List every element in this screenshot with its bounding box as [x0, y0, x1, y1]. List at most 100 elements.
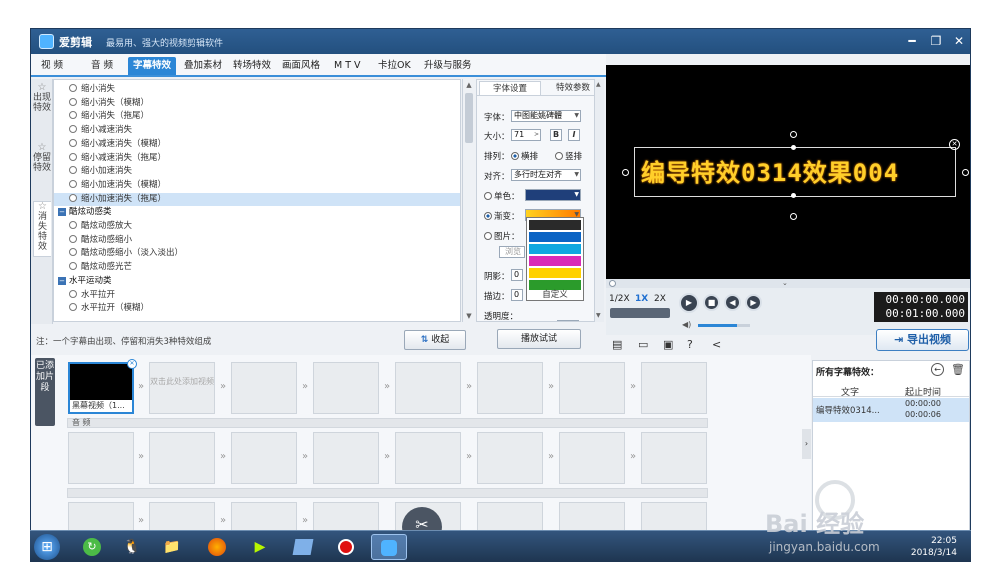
open-folder-icon[interactable]: ▭ [638, 338, 648, 351]
list-item[interactable]: 酷炫动感放大 [54, 220, 460, 234]
stop-icon[interactable]: ■ [703, 294, 720, 311]
audio-slot[interactable] [559, 432, 625, 484]
taskbar-record-icon[interactable] [328, 534, 364, 560]
audio-slot[interactable] [641, 432, 707, 484]
play-icon[interactable]: ▶ [679, 293, 699, 313]
list-item[interactable]: 水平拉开（模糊） [54, 302, 460, 316]
chevron-down-icon[interactable]: ⌄ [782, 279, 788, 287]
list-item[interactable]: 酷炫动感光芒 [54, 261, 460, 275]
list-item[interactable]: 缩小加速消失 [54, 165, 460, 179]
bold-button[interactable]: B [550, 129, 562, 141]
back-icon[interactable]: ← [931, 363, 944, 376]
audio-slot[interactable] [477, 432, 543, 484]
tab-subtitle-effects[interactable]: 字幕特效 [128, 57, 177, 75]
resize-handle-top[interactable] [791, 145, 796, 150]
new-file-icon[interactable]: ▤ [612, 338, 622, 351]
video-preview[interactable]: 编导特效0314效果004 ✕ [606, 65, 970, 279]
export-video-button[interactable]: ⇥ 导出视频 [876, 329, 969, 351]
list-item[interactable]: 缩小消失（拖尾） [54, 110, 460, 124]
minimize-icon[interactable]: ━ [904, 33, 920, 49]
taskbar-media-icon[interactable]: ▶ [242, 534, 278, 560]
audio-slot[interactable] [149, 432, 215, 484]
close-icon[interactable]: ✕ [951, 33, 967, 49]
solid-color-radio[interactable]: 单色： [484, 190, 520, 202]
audio-slot[interactable] [313, 432, 379, 484]
list-item[interactable]: 缩小加速消失（模糊） [54, 179, 460, 193]
add-video-slot[interactable]: 双击此处添加视频 [149, 362, 215, 414]
list-item[interactable]: 缩小消失（模糊） [54, 97, 460, 111]
scroll-thumb[interactable] [465, 93, 473, 143]
clip-thumbnail[interactable]: 黑幕视频（1... ✕ [68, 359, 137, 414]
subtitle-row[interactable]: 编导特效0314... 00:00:00 00:00:06 [813, 398, 969, 422]
progress-handle[interactable] [609, 280, 616, 287]
tab-upgrade[interactable]: 升级与服务 [419, 57, 477, 75]
italic-button[interactable]: I [568, 129, 580, 141]
empty-slot[interactable] [477, 362, 543, 414]
share-icon[interactable]: < [712, 338, 721, 351]
list-item[interactable]: 水平拉开 [54, 289, 460, 303]
palette-swatch[interactable] [529, 220, 581, 230]
list-item[interactable]: 缩小减速消失 [54, 124, 460, 138]
scroll-down-icon[interactable]: ▼ [463, 310, 475, 322]
resize-handle-right-icon[interactable] [962, 169, 969, 176]
trash-icon[interactable]: 🗑 [951, 363, 965, 376]
solid-color-picker[interactable]: ▼ [525, 189, 581, 201]
stroke-input[interactable]: 0 [511, 289, 523, 301]
shadow-input[interactable]: 0 [511, 269, 523, 281]
scroll-up-icon[interactable]: ▲ [596, 81, 601, 88]
font-select[interactable]: 中图能姚碑體 ▼ [511, 110, 581, 122]
list-item-selected[interactable]: 缩小加速消失（拖尾） [54, 192, 460, 207]
side-tab-disappear[interactable]: ☆ 消失特效 [33, 201, 51, 257]
empty-slot[interactable] [641, 362, 707, 414]
list-item[interactable]: 缩小减速消失（拖尾） [54, 152, 460, 166]
size-input[interactable]: 71 > [511, 129, 541, 141]
taskbar-explorer-icon[interactable]: 📁 [154, 534, 190, 560]
list-item[interactable]: 缩小减速消失（模糊） [54, 138, 460, 152]
empty-slot[interactable] [559, 362, 625, 414]
opacity-input[interactable]: 0% [557, 320, 579, 321]
volume-icon[interactable]: ◀) [682, 320, 691, 329]
start-button-icon[interactable]: ⊞ [34, 534, 60, 560]
resize-handle-bottom[interactable] [791, 193, 796, 198]
taskbar-aijianji-icon[interactable] [371, 534, 407, 560]
volume-slider[interactable] [698, 324, 750, 327]
list-item[interactable]: 酷炫动感缩小 [54, 234, 460, 248]
restore-icon[interactable]: ❐ [928, 33, 944, 49]
category-header[interactable]: − 水平运动类 [54, 275, 460, 289]
audio-slot[interactable] [395, 432, 461, 484]
effect-list-scrollbar[interactable]: ▲ ▼ [462, 79, 474, 322]
prev-frame-icon[interactable]: ◀ [724, 294, 741, 311]
palette-swatch[interactable] [529, 256, 581, 266]
tab-overlay[interactable]: 叠加素材 [179, 57, 227, 75]
empty-slot[interactable] [395, 362, 461, 414]
image-radio[interactable]: 图片： [484, 230, 520, 242]
resize-handle-bottom-icon[interactable] [790, 213, 797, 220]
tab-audio[interactable]: 音 频 [86, 57, 118, 75]
tab-transitions[interactable]: 转场特效 [228, 57, 276, 75]
side-tab-stay[interactable]: ☆ 停留特效 [33, 143, 51, 174]
browse-button[interactable]: 浏览 [499, 246, 525, 258]
scroll-down-icon[interactable]: ▼ [596, 312, 601, 319]
audio-slot[interactable] [68, 432, 134, 484]
arrange-horizontal-radio[interactable]: 横排 [511, 150, 538, 162]
panel-toggle-icon[interactable]: › [802, 429, 811, 459]
align-select[interactable]: 多行时左对齐 ▼ [511, 169, 581, 181]
delete-subtitle-icon[interactable]: ✕ [949, 139, 960, 150]
subtitle-overlay-text[interactable]: 编导特效0314效果004 [641, 153, 899, 188]
collapse-button[interactable]: ⇅ 收起 [404, 330, 466, 350]
list-item[interactable]: 酷炫动感缩小（淡入淡出） [54, 247, 460, 261]
help-icon[interactable]: ? [687, 338, 693, 351]
tab-video[interactable]: 视 频 [36, 57, 68, 75]
speed-half[interactable]: 1/2X [609, 294, 630, 304]
speed-double[interactable]: 2X [654, 294, 666, 304]
arrange-vertical-radio[interactable]: 竖排 [555, 150, 582, 162]
scroll-up-icon[interactable]: ▲ [463, 79, 475, 91]
palette-swatch[interactable] [529, 268, 581, 278]
palette-swatch[interactable] [529, 244, 581, 254]
tab-mtv[interactable]: M T V [329, 57, 366, 75]
tab-font-settings[interactable]: 字体设置 [479, 81, 541, 95]
empty-slot[interactable] [231, 362, 297, 414]
tab-picture-style[interactable]: 画面风格 [277, 57, 325, 75]
empty-slot[interactable] [313, 362, 379, 414]
category-header[interactable]: − 酷炫动感类 [54, 206, 460, 220]
